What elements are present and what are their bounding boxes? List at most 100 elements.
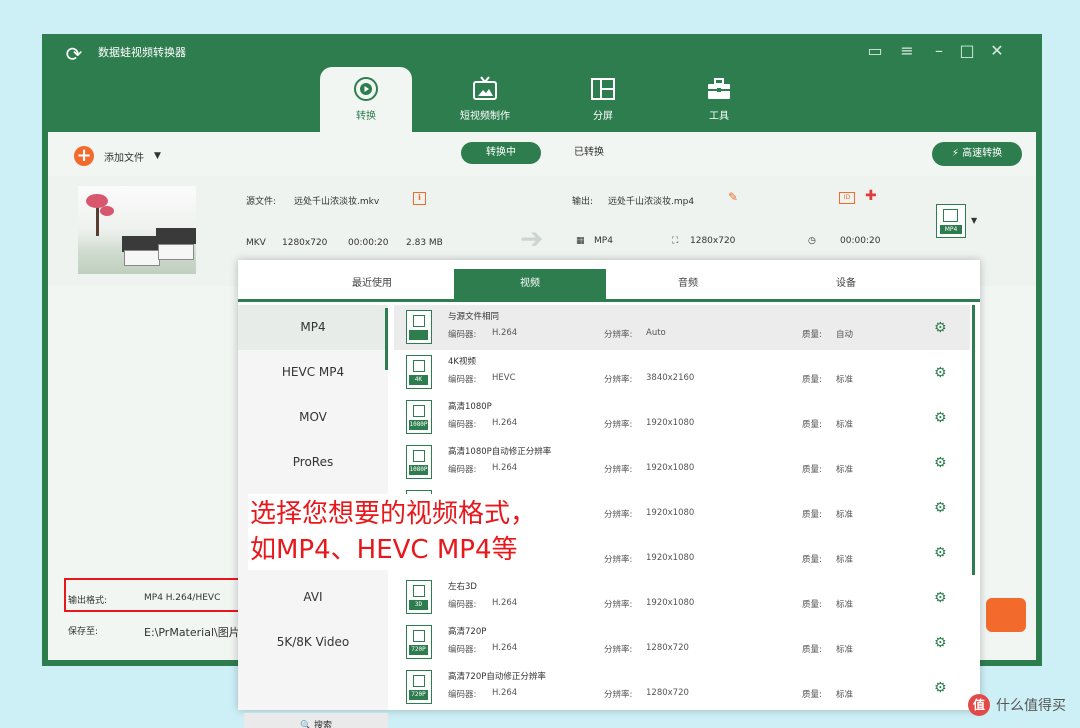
chevron-down-icon[interactable]: ▼ [154,151,161,161]
format-item-mp4[interactable]: MP4 [238,305,388,350]
edit-icon[interactable]: ✎ [728,190,738,204]
preset-row[interactable]: 1080P 高清1080P自动修正分辨率 编码器: H.264 分辨率: 192… [394,440,970,485]
gear-icon[interactable]: ⚙ [934,636,948,650]
close-icon[interactable]: ✕ [986,40,1008,62]
preset-row[interactable]: 4K 4K视频 编码器: HEVC 分辨率: 3840x2160 质量: 标准 … [394,350,970,395]
resolution-label: 分辨率: [604,420,633,430]
preset-name: 左右3D [448,582,477,592]
enhance-icon[interactable]: ✚ [865,188,877,204]
fast-convert-button[interactable]: ⚡ 高速转换 [932,142,1022,166]
app-title: 数据蛙视频转换器 [98,46,186,59]
codec-label: 编码器: [448,600,477,610]
tab-tools[interactable]: 工具 [670,67,768,132]
quality-label: 质量: [802,420,822,430]
convert-all-button[interactable] [986,598,1026,632]
preset-name: 与源文件相同 [448,312,500,322]
gear-icon[interactable]: ⚙ [934,366,948,380]
format-item-avi[interactable]: AVI [238,575,388,620]
info-icon[interactable]: i [413,192,426,205]
convert-icon [354,77,378,101]
source-file-label: 源文件: [246,197,277,207]
preset-codec: HEVC [492,373,516,383]
save-to-path[interactable]: E:\PrMaterial\图片 [144,624,240,640]
quality-label: 质量: [802,510,822,520]
chevron-down-icon[interactable]: ▼ [971,216,977,225]
maximize-icon[interactable]: □ [956,40,978,62]
preset-row[interactable]: 与源文件相同 编码器: H.264 分辨率: Auto 质量: 自动 ⚙ [394,305,970,350]
preset-resolution: 1920x1080 [646,463,695,473]
format-item-5k8k[interactable]: 5K/8K Video [238,620,388,665]
preset-quality: 标准 [836,510,854,520]
tab-split-screen[interactable]: 分屏 [554,67,652,132]
preset-name: 高清1080P [448,402,492,412]
preset-badge [409,330,428,340]
format-panel: 最近使用 视频 音频 设备 MP4 HEVC MP4 MOV ProRes AV… [238,260,980,728]
add-file-button[interactable]: + 添加文件 ▼ [74,146,161,166]
search-button[interactable]: 🔍 搜索 [244,713,388,728]
preset-list-scrollbar[interactable] [972,305,975,575]
lightning-icon: ⚡ [951,148,959,159]
preset-codec: H.264 [492,463,518,473]
tab-recent[interactable]: 最近使用 [272,269,472,299]
output-format-button[interactable]: MP4 [936,204,966,238]
gear-icon[interactable]: ⚙ [934,411,948,425]
gear-icon[interactable]: ⚙ [934,321,948,335]
toolbox-icon [708,78,730,99]
preset-row[interactable]: 720P 高清720P自动修正分辨率 编码器: H.264 分辨率: 1280x… [394,665,970,710]
codec-label: 编码器: [448,420,477,430]
search-icon: 🔍 [299,721,312,728]
preset-badge: 1080P [409,465,428,475]
search-label: 搜索 [314,721,333,728]
source-format: MKV [246,238,266,248]
codec-label: 编码器: [448,465,477,475]
tab-audio[interactable]: 音频 [612,269,764,299]
title-bar: ⟳ 数据蛙视频转换器 ▭ ≡ – □ ✕ 转换 短视频制作 分屏 工具 [42,34,1042,132]
preset-resolution: 1280x720 [646,688,689,698]
preset-codec: H.264 [492,643,518,653]
preset-quality: 自动 [836,330,854,340]
preset-resolution: 1920x1080 [646,598,695,608]
preset-codec: H.264 [492,598,518,608]
preset-row[interactable]: 720P 高清720P 编码器: H.264 分辨率: 1280x720 质量:… [394,620,970,665]
minimize-icon[interactable]: – [928,40,950,62]
preset-row[interactable]: 1080P 高清1080P 编码器: H.264 分辨率: 1920x1080 … [394,395,970,440]
gear-icon[interactable]: ⚙ [934,546,948,560]
output-label: 输出: [572,197,594,207]
tab-video[interactable]: 视频 [454,269,606,299]
preset-row[interactable]: 3D 左右3D 编码器: H.264 分辨率: 1920x1080 质量: 标准… [394,575,970,620]
menu-icon[interactable]: ≡ [896,40,918,62]
gear-icon[interactable]: ⚙ [934,501,948,515]
tab-convert[interactable]: 转换 [320,67,412,132]
quality-label: 质量: [802,690,822,700]
tab-device[interactable]: 设备 [770,269,922,299]
codec-label: 编码器: [448,330,477,340]
format-list-scrollbar[interactable] [385,308,388,370]
format-item-hevc-mp4[interactable]: HEVC MP4 [238,350,388,395]
preset-quality: 标准 [836,465,854,475]
preset-name: 高清720P [448,627,487,637]
converted-tab[interactable]: 已转换 [574,142,604,164]
video-format-icon: 1080P [406,445,432,479]
preset-quality: 标准 [836,645,854,655]
converting-tab[interactable]: 转换中 [461,142,541,164]
quality-label: 质量: [802,555,822,565]
gear-icon[interactable]: ⚙ [934,681,948,695]
gear-icon[interactable]: ⚙ [934,591,948,605]
preset-resolution: 1920x1080 [646,508,695,518]
subtitle-icon[interactable]: ID [839,192,855,204]
gear-icon[interactable]: ⚙ [934,456,948,470]
format-item-prores[interactable]: ProRes [238,440,388,485]
quality-label: 质量: [802,600,822,610]
feedback-icon[interactable]: ▭ [864,40,886,62]
video-thumbnail[interactable] [78,186,196,274]
preset-codec: H.264 [492,328,518,338]
video-format-icon: 4K [406,355,432,389]
annotation-line-2: 如MP4、HEVC MP4等 [250,535,518,565]
preset-badge: 720P [409,690,428,700]
preset-badge: 4K [409,375,428,385]
fast-convert-label: 高速转换 [962,148,1003,159]
codec-label: 编码器: [448,690,477,700]
format-item-mov[interactable]: MOV [238,395,388,440]
format-tabs: 最近使用 视频 音频 设备 [238,260,980,302]
tab-short-video[interactable]: 短视频制作 [436,67,534,132]
